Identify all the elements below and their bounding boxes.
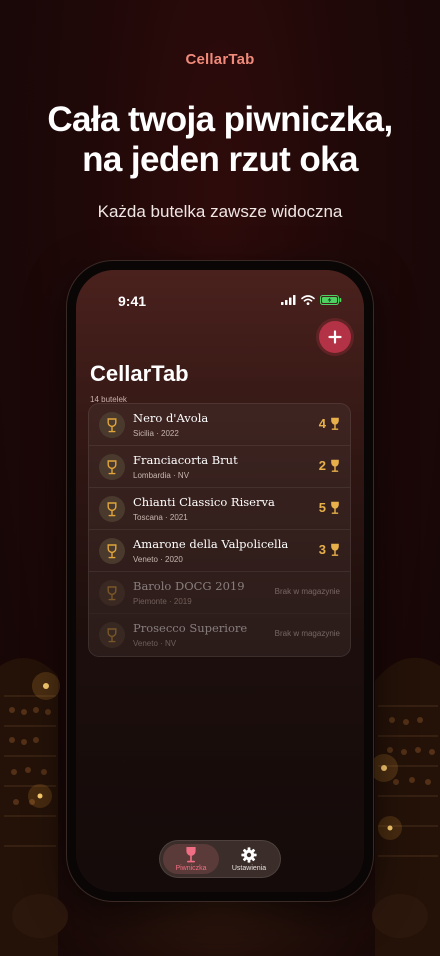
wine-region-year: Veneto · 2020 <box>133 555 183 564</box>
wine-region-year: Veneto · NV <box>133 639 177 648</box>
wine-glass-icon <box>99 412 125 438</box>
wine-quantity-value: 4 <box>318 416 326 431</box>
plus-icon <box>328 330 342 344</box>
phone-mockup: 9:41 CellarTab 14 butelek Nero d'Avola S… <box>67 261 373 901</box>
marketing-subheadline: Każda butelka zawsze widoczna <box>97 202 343 221</box>
wine-glass-icon <box>331 459 339 472</box>
status-bar-icons <box>281 295 342 305</box>
out-of-stock-label: Brak w magazynie <box>274 587 340 596</box>
wine-quantity-value: 3 <box>318 542 326 557</box>
wine-region-year: Sicilia · 2022 <box>133 429 179 438</box>
wine-quantity: 5 <box>319 500 340 515</box>
wine-row[interactable]: Franciacorta Brut Lombardia · NV 2 <box>89 446 350 488</box>
wine-row[interactable]: Chianti Classico Riserva Toscana · 2021 … <box>89 488 350 530</box>
wine-glass-icon <box>99 496 125 522</box>
page-title: CellarTab <box>90 361 189 386</box>
tab-settings[interactable]: Ustawienia <box>221 844 277 874</box>
wine-glass-icon <box>331 543 339 556</box>
wine-name: Franciacorta Brut <box>133 453 238 467</box>
signal-icon <box>281 295 296 305</box>
tab-cellar[interactable]: Piwniczka <box>163 844 219 874</box>
wine-name: Prosecco Superiore <box>133 621 248 635</box>
wine-glass-icon <box>99 454 125 480</box>
wine-glass-icon <box>99 622 125 648</box>
wine-quantity: 4 <box>319 416 340 431</box>
wine-name: Nero d'Avola <box>133 411 209 425</box>
out-of-stock-label: Brak w magazynie <box>274 629 340 638</box>
status-bar-time: 9:41 <box>118 293 147 309</box>
wine-list: Nero d'Avola Sicilia · 2022 4 Franciacor… <box>88 403 351 657</box>
wine-region-year: Lombardia · NV <box>133 471 190 480</box>
wine-quantity-value: 5 <box>318 500 326 515</box>
wine-quantity: 3 <box>319 542 340 557</box>
gear-icon <box>241 846 257 863</box>
wine-region-year: Piemonte · 2019 <box>133 597 192 606</box>
wine-region-year: Toscana · 2021 <box>133 513 188 522</box>
wine-quantity: 2 <box>319 458 340 473</box>
wine-quantity-value: 2 <box>318 458 326 473</box>
tab-label: Piwniczka <box>175 865 207 872</box>
add-wine-button[interactable] <box>319 321 351 353</box>
tab-bar: Piwniczka Ustawienia <box>159 840 281 878</box>
wine-name: Chianti Classico Riserva <box>133 495 275 509</box>
wine-row[interactable]: Nero d'Avola Sicilia · 2022 4 <box>89 404 350 446</box>
marketing-headline: Cała twoja piwniczka, na jeden rzut oka <box>0 100 440 180</box>
wine-row[interactable]: Amarone della Valpolicella Veneto · 2020… <box>89 530 350 572</box>
wine-glass-icon <box>99 580 125 606</box>
wine-glass-icon <box>331 417 339 430</box>
wifi-icon <box>301 295 315 305</box>
wine-glass-icon <box>99 538 125 564</box>
app-screen: 9:41 CellarTab 14 butelek Nero d'Avola S… <box>76 270 364 892</box>
wine-row-out-of-stock[interactable]: Prosecco Superiore Veneto · NV Brak w ma… <box>89 614 350 656</box>
wine-glass-icon <box>331 501 339 514</box>
battery-charging-icon <box>320 295 342 305</box>
wine-row-out-of-stock[interactable]: Barolo DOCG 2019 Piemonte · 2019 Brak w … <box>89 572 350 614</box>
tab-label: Ustawienia <box>231 864 267 872</box>
wine-glass-icon <box>186 847 196 863</box>
wine-name: Amarone della Valpolicella <box>133 537 289 551</box>
headline-line-1: Cała twoja piwniczka, <box>47 100 393 139</box>
brand-name: CellarTab <box>185 51 255 68</box>
headline-line-2: na jeden rzut oka <box>82 140 358 179</box>
wine-name: Barolo DOCG 2019 <box>133 579 245 593</box>
